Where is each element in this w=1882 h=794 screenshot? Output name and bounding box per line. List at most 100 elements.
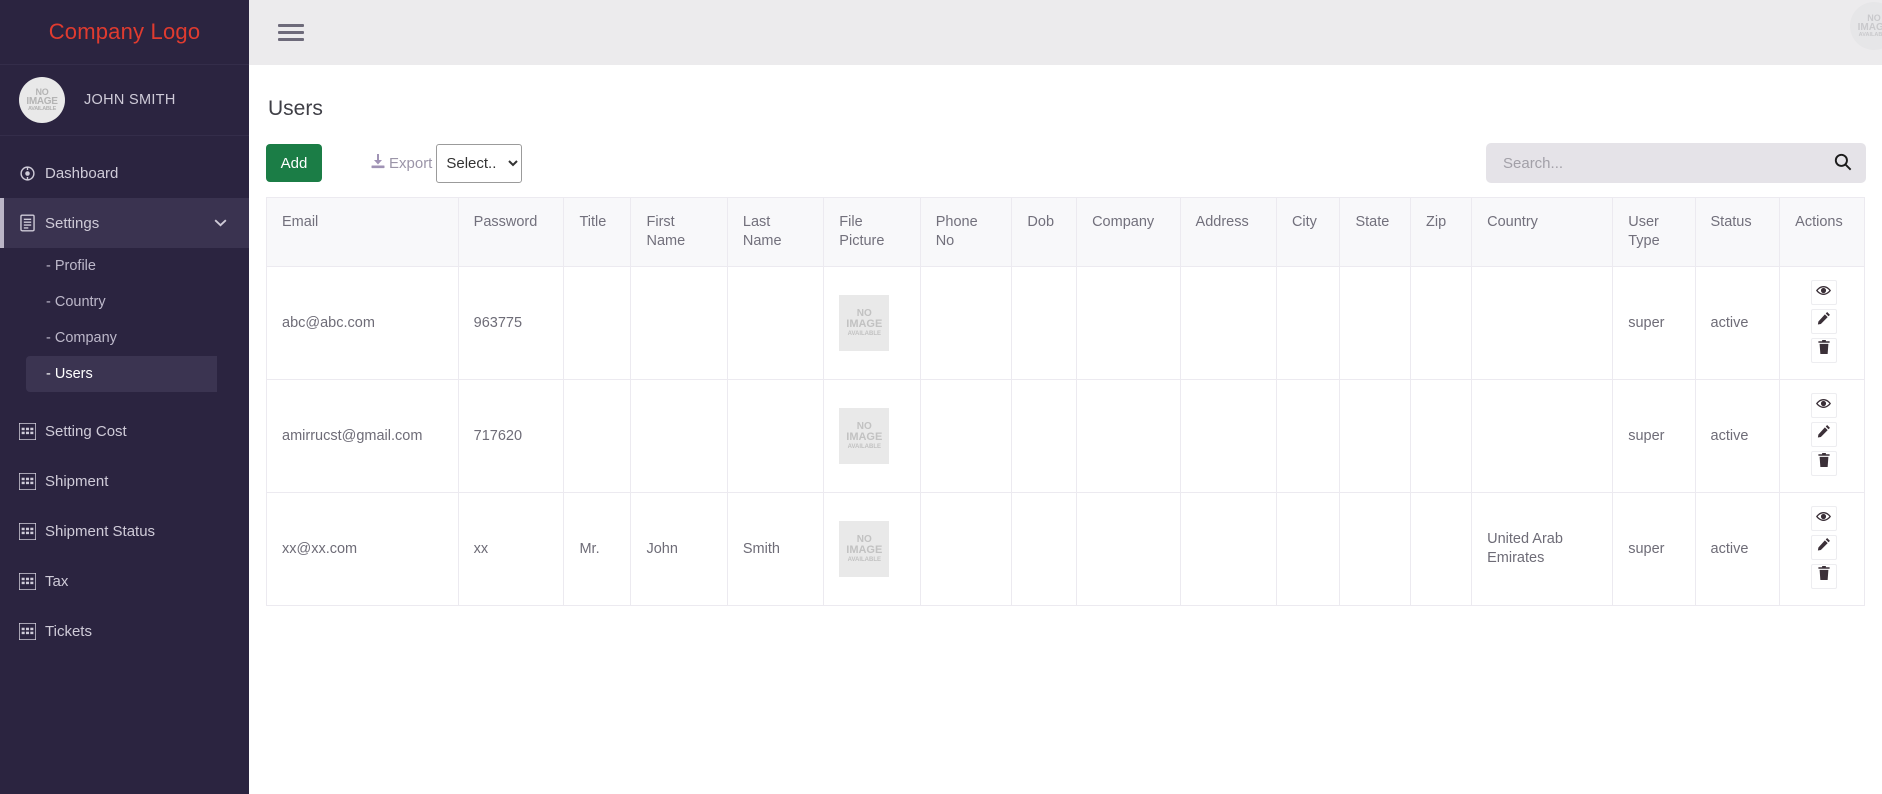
cell-user-type: super: [1613, 380, 1695, 493]
hamburger-bar: [278, 38, 304, 41]
sidebar-item-dashboard[interactable]: Dashboard: [0, 148, 249, 198]
delete-button[interactable]: [1811, 451, 1837, 476]
no-image-line-2: IMAGE: [846, 319, 882, 331]
export-button[interactable]: Export: [371, 154, 432, 173]
hamburger-bar: [278, 31, 304, 34]
search-button[interactable]: [1834, 153, 1852, 174]
page-content: Users Add Export Select..: [249, 65, 1882, 606]
table-row[interactable]: abc@abc.com 963775 NO IMAGE AVAILABLE: [267, 267, 1865, 380]
cell-dob: [1012, 267, 1077, 380]
cell-country: [1472, 380, 1613, 493]
view-button[interactable]: [1811, 393, 1837, 418]
sidebar-item-setting-cost[interactable]: Setting Cost: [0, 406, 249, 456]
document-icon: [19, 214, 45, 232]
no-image-line-3: AVAILABLE: [848, 331, 881, 337]
cell-status: active: [1695, 380, 1780, 493]
cell-phone-no: [920, 267, 1012, 380]
sidebar-item-shipment[interactable]: Shipment: [0, 456, 249, 506]
column-header-city[interactable]: City: [1276, 198, 1339, 267]
cell-password: 963775: [458, 267, 564, 380]
column-header-dob[interactable]: Dob: [1012, 198, 1077, 267]
cell-phone-no: [920, 380, 1012, 493]
column-header-user-type[interactable]: User Type: [1613, 198, 1695, 267]
table-row[interactable]: amirrucst@gmail.com 717620 NO IMAGE AVAI…: [267, 380, 1865, 493]
export-format-select-wrap: Select..: [436, 144, 522, 183]
download-icon: [371, 154, 385, 173]
search-box[interactable]: [1486, 143, 1866, 183]
column-header-password[interactable]: Password: [458, 198, 564, 267]
main-area: NO IMAGE AVAILABLE Users Add Export: [249, 0, 1882, 794]
chevron-down-icon: [214, 216, 227, 230]
sidebar-item-tickets[interactable]: Tickets: [0, 606, 249, 656]
cell-country: [1472, 267, 1613, 380]
sidebar-subitem-label: - Country: [46, 294, 106, 310]
cell-country: United Arab Emirates: [1472, 493, 1613, 606]
cell-email: abc@abc.com: [267, 267, 459, 380]
sidebar-item-settings[interactable]: Settings: [0, 198, 249, 248]
grid-icon: [19, 523, 45, 540]
avatar-line-3: AVAILABLE: [28, 107, 56, 113]
column-header-file-picture[interactable]: File Picture: [824, 198, 920, 267]
cell-first-name: [631, 267, 727, 380]
brand-logo[interactable]: Company Logo: [0, 0, 249, 65]
view-button[interactable]: [1811, 506, 1837, 531]
cell-last-name: Smith: [727, 493, 823, 606]
sidebar-item-label: Dashboard: [45, 165, 118, 182]
sidebar-item-label: Setting Cost: [45, 423, 127, 440]
table-toolbar: Add Export Select..: [266, 143, 1882, 183]
cell-email: amirrucst@gmail.com: [267, 380, 459, 493]
column-header-country[interactable]: Country: [1472, 198, 1613, 267]
cell-status: active: [1695, 493, 1780, 606]
table-row[interactable]: xx@xx.com xx Mr. John Smith NO IMAGE AVA…: [267, 493, 1865, 606]
cell-title: [564, 267, 631, 380]
column-header-first-name[interactable]: First Name: [631, 198, 727, 267]
column-header-actions[interactable]: Actions: [1780, 198, 1865, 267]
sidebar-item-shipment-status[interactable]: Shipment Status: [0, 506, 249, 556]
column-header-phone-no[interactable]: Phone No: [920, 198, 1012, 267]
sidebar-item-profile[interactable]: - Profile: [0, 248, 249, 284]
column-header-address[interactable]: Address: [1180, 198, 1276, 267]
sidebar-item-users[interactable]: - Users: [26, 356, 217, 392]
users-table: Email Password Title First Name Last Nam…: [266, 197, 1865, 606]
column-header-title[interactable]: Title: [564, 198, 631, 267]
export-label: Export: [389, 155, 432, 172]
column-header-state[interactable]: State: [1340, 198, 1411, 267]
sidebar-item-company[interactable]: - Company: [0, 320, 249, 356]
sidebar-item-country[interactable]: - Country: [0, 284, 249, 320]
sidebar-item-label: Settings: [45, 215, 99, 232]
no-image-placeholder: NO IMAGE AVAILABLE: [839, 408, 889, 464]
sidebar-nav: Dashboard Settings - Profile: [0, 136, 249, 656]
export-format-select[interactable]: Select..: [436, 144, 522, 183]
no-image-line-3: AVAILABLE: [848, 557, 881, 563]
table-body: abc@abc.com 963775 NO IMAGE AVAILABLE: [267, 267, 1865, 606]
edit-button[interactable]: [1811, 535, 1837, 560]
search-input[interactable]: [1503, 155, 1834, 172]
column-header-email[interactable]: Email: [267, 198, 459, 267]
edit-button[interactable]: [1811, 422, 1837, 447]
table-scroll-container[interactable]: Email Password Title First Name Last Nam…: [266, 197, 1882, 606]
sidebar-item-tax[interactable]: Tax: [0, 556, 249, 606]
add-button[interactable]: Add: [266, 144, 322, 182]
cell-company: [1077, 267, 1180, 380]
edit-button[interactable]: [1811, 309, 1837, 334]
brand-logo-text: Company Logo: [49, 19, 201, 45]
column-header-zip[interactable]: Zip: [1410, 198, 1471, 267]
hamburger-icon[interactable]: [278, 20, 304, 45]
delete-button[interactable]: [1811, 564, 1837, 589]
sidebar-subitem-label: - Users: [46, 366, 93, 382]
sidebar-submenu-settings: - Profile - Country - Company - Users: [0, 248, 249, 392]
column-header-last-name[interactable]: Last Name: [727, 198, 823, 267]
view-button[interactable]: [1811, 280, 1837, 305]
sidebar-item-label: Tickets: [45, 623, 92, 640]
sidebar-profile[interactable]: NO IMAGE AVAILABLE JOHN SMITH: [0, 65, 249, 136]
column-header-status[interactable]: Status: [1695, 198, 1780, 267]
grid-icon: [19, 573, 45, 590]
column-header-company[interactable]: Company: [1077, 198, 1180, 267]
trash-icon: [1818, 453, 1830, 473]
no-image-line-2: IMAGE: [846, 545, 882, 557]
cell-password: xx: [458, 493, 564, 606]
delete-button[interactable]: [1811, 338, 1837, 363]
cell-user-type: super: [1613, 493, 1695, 606]
topbar-avatar[interactable]: NO IMAGE AVAILABLE: [1850, 2, 1882, 50]
cell-zip: [1410, 380, 1471, 493]
